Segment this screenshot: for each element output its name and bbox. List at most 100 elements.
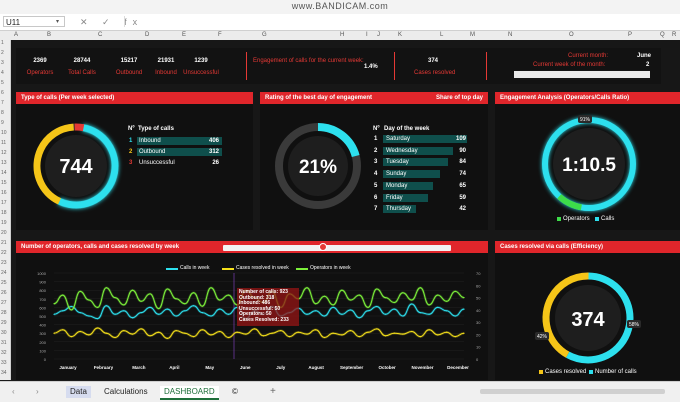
tab-copyright[interactable]: ©	[228, 386, 242, 398]
series-point	[97, 306, 99, 308]
row-header[interactable]: 15	[1, 180, 7, 186]
row-header[interactable]: 34	[1, 370, 7, 376]
series-point	[271, 332, 273, 334]
row-header[interactable]: 18	[1, 210, 7, 216]
column-header[interactable]: G	[262, 32, 267, 38]
tab-dashboard[interactable]: DASHBOARD	[160, 386, 219, 400]
y2-tick-label: 70	[476, 271, 481, 276]
row-header[interactable]: 4	[1, 70, 4, 76]
row-header[interactable]: 26	[1, 290, 7, 296]
row-header[interactable]: 31	[1, 340, 7, 346]
row-header[interactable]: 24	[1, 270, 7, 276]
column-header[interactable]: N	[508, 32, 512, 38]
series-point	[332, 304, 334, 306]
y-tick-label: 900	[39, 280, 46, 285]
column-header[interactable]: R	[672, 32, 676, 38]
series-point	[306, 313, 308, 315]
series-point	[227, 294, 230, 296]
series-point	[446, 331, 448, 333]
series-point	[193, 305, 195, 307]
row-header[interactable]: 7	[1, 100, 4, 106]
row-header[interactable]: 9	[1, 120, 4, 126]
row-header[interactable]: 6	[1, 90, 4, 96]
row-header[interactable]: 8	[1, 110, 4, 116]
y-tick-label: 800	[39, 288, 46, 293]
row-header[interactable]: 25	[1, 280, 7, 286]
row-header[interactable]: 27	[1, 300, 7, 306]
formula-bar: U11 ▾ ✕ ✓ fx	[0, 14, 680, 31]
tab-data[interactable]: Data	[66, 386, 91, 398]
row-header[interactable]: 3	[1, 60, 4, 66]
row-header[interactable]: 33	[1, 360, 7, 366]
week-scroll-slider[interactable]	[223, 243, 451, 251]
series-point	[210, 315, 212, 317]
row-header[interactable]: 21	[1, 240, 7, 246]
column-header[interactable]: E	[182, 32, 186, 38]
column-header[interactable]: P	[628, 32, 632, 38]
column-header[interactable]: D	[145, 32, 149, 38]
slider-handle-icon[interactable]	[319, 243, 327, 251]
series-point	[114, 297, 116, 299]
series-point	[419, 287, 421, 289]
formula-input[interactable]	[124, 16, 675, 27]
row-header[interactable]: 32	[1, 350, 7, 356]
column-header[interactable]: C	[98, 32, 102, 38]
column-header[interactable]: K	[398, 32, 402, 38]
row-header[interactable]: 30	[1, 330, 7, 336]
column-header[interactable]: A	[14, 32, 18, 38]
row-header[interactable]: 10	[1, 130, 7, 136]
week-selector-bar[interactable]	[514, 71, 650, 78]
list-item-value: 406	[208, 138, 219, 144]
series-point	[428, 313, 430, 315]
row-header[interactable]: 14	[1, 170, 7, 176]
series-point	[419, 312, 421, 314]
x-tick-label: March	[132, 365, 146, 370]
row-header[interactable]: 23	[1, 260, 7, 266]
column-header[interactable]: J	[377, 32, 380, 38]
column-header[interactable]: I	[366, 32, 368, 38]
row-header[interactable]: 28	[1, 310, 7, 316]
legend-swatch	[595, 217, 599, 221]
column-header[interactable]: B	[47, 32, 51, 38]
column-header[interactable]: F	[218, 32, 222, 38]
series-point	[149, 293, 151, 295]
row-header[interactable]: 19	[1, 220, 7, 226]
row-header[interactable]: 12	[1, 150, 7, 156]
next-sheet-icon[interactable]: ›	[32, 386, 43, 398]
row-header[interactable]: 20	[1, 230, 7, 236]
series-point	[463, 308, 465, 310]
weekly-line-chart-panel: Number of operators, calls and cases res…	[16, 241, 488, 380]
row-header[interactable]: 17	[1, 200, 7, 206]
series-point	[323, 315, 325, 317]
series-point	[131, 289, 134, 291]
row-header[interactable]: 22	[1, 250, 7, 256]
column-header[interactable]: Q	[660, 32, 665, 38]
rating-donut: 21%	[275, 123, 361, 209]
series-point	[184, 332, 186, 334]
type-of-calls-center: 744	[59, 156, 93, 178]
series-point	[193, 336, 195, 338]
row-header[interactable]: 2	[1, 50, 4, 56]
series-point	[463, 297, 465, 299]
prev-sheet-icon[interactable]: ‹	[8, 386, 19, 398]
y2-tick-label: 0	[476, 357, 479, 362]
x-tick-label: August	[308, 365, 324, 370]
row-header[interactable]: 13	[1, 160, 7, 166]
y-tick-label: 700	[39, 297, 46, 302]
horizontal-scrollbar[interactable]	[480, 389, 665, 394]
chevron-down-icon[interactable]: ▾	[56, 18, 59, 25]
column-header[interactable]: O	[569, 32, 574, 38]
row-header[interactable]: 5	[1, 80, 4, 86]
row-header[interactable]: 16	[1, 190, 7, 196]
tab-calculations[interactable]: Calculations	[100, 386, 152, 398]
add-sheet-button[interactable]: +	[266, 386, 280, 398]
list-item-label: Inbound	[139, 138, 161, 144]
list-item-value: 59	[459, 194, 466, 201]
column-header[interactable]: M	[470, 32, 475, 38]
row-header[interactable]: 11	[1, 140, 6, 146]
row-header[interactable]: 1	[1, 40, 4, 46]
row-header[interactable]: 29	[1, 320, 7, 326]
column-header[interactable]: L	[440, 32, 443, 38]
column-header[interactable]: H	[340, 32, 344, 38]
list-item-no: 7	[374, 206, 378, 213]
